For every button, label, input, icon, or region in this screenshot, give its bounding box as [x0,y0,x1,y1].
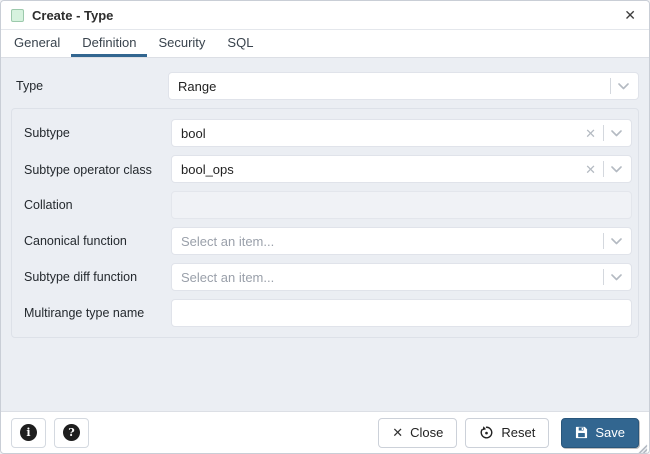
subtype-row: Subtype bool ✕ [18,119,632,147]
info-button[interactable]: i [11,418,46,448]
type-select[interactable]: Range [168,72,639,100]
subtype-diff-function-select[interactable]: Select an item... [171,263,632,291]
range-options-group: Subtype bool ✕ Subtype operator class bo… [11,108,639,338]
collation-label: Collation [18,196,171,214]
reset-button-label: Reset [501,425,535,440]
tab-bar: General Definition Security SQL [1,30,649,58]
type-object-icon [11,9,24,22]
footer: i ? ✕ Close Reset [1,411,649,453]
subtype-diff-function-label: Subtype diff function [18,268,171,286]
field-divider [603,161,604,177]
subtype-select[interactable]: bool ✕ [171,119,632,147]
canonical-function-placeholder: Select an item... [181,234,603,249]
multirange-type-name-row: Multirange type name [18,299,632,327]
multirange-type-name-label: Multirange type name [18,304,171,322]
tab-general[interactable]: General [3,30,71,57]
close-icon[interactable]: ✕ [621,8,639,22]
subtype-value: bool [181,126,585,141]
save-icon [575,426,588,439]
titlebar: Create - Type ✕ [1,1,649,30]
help-icon: ? [63,424,80,441]
create-type-dialog: Create - Type ✕ General Definition Secur… [0,0,650,454]
field-divider [603,233,604,249]
tab-sql[interactable]: SQL [216,30,264,57]
type-value: Range [178,79,610,94]
info-icon: i [20,424,37,441]
dialog-title: Create - Type [32,8,613,23]
chevron-down-icon[interactable] [611,274,622,281]
reset-icon [479,425,494,440]
definition-panel: Type Range Subtype bool ✕ [1,58,649,411]
canonical-function-row: Canonical function Select an item... [18,227,632,255]
canonical-function-label: Canonical function [18,232,171,250]
multirange-type-name-field[interactable] [181,306,622,321]
chevron-down-icon[interactable] [618,83,629,90]
close-x-icon: ✕ [392,426,403,439]
field-divider [603,269,604,285]
chevron-down-icon[interactable] [611,238,622,245]
subtype-diff-function-placeholder: Select an item... [181,270,603,285]
close-button[interactable]: ✕ Close [378,418,457,448]
subtype-label: Subtype [18,124,171,142]
type-label: Type [11,77,168,95]
subtype-operator-class-select[interactable]: bool_ops ✕ [171,155,632,183]
tab-security[interactable]: Security [147,30,216,57]
help-button[interactable]: ? [54,418,89,448]
resize-grip[interactable] [637,441,648,452]
subtype-operator-class-value: bool_ops [181,162,585,177]
field-divider [603,125,604,141]
collation-input [171,191,632,219]
tab-definition[interactable]: Definition [71,30,147,57]
clear-icon[interactable]: ✕ [585,163,603,176]
save-button[interactable]: Save [561,418,639,448]
chevron-down-icon[interactable] [611,166,622,173]
multirange-type-name-input[interactable] [171,299,632,327]
type-row: Type Range [11,72,639,100]
collation-row: Collation [18,191,632,219]
save-button-label: Save [595,425,625,440]
field-divider [610,78,611,94]
canonical-function-select[interactable]: Select an item... [171,227,632,255]
close-button-label: Close [410,425,443,440]
collation-input-field [181,198,622,213]
clear-icon[interactable]: ✕ [585,127,603,140]
subtype-operator-class-label: Subtype operator class [18,155,171,179]
subtype-diff-function-row: Subtype diff function Select an item... [18,263,632,291]
chevron-down-icon[interactable] [611,130,622,137]
reset-button[interactable]: Reset [465,418,549,448]
subtype-operator-class-row: Subtype operator class bool_ops ✕ [18,155,632,183]
